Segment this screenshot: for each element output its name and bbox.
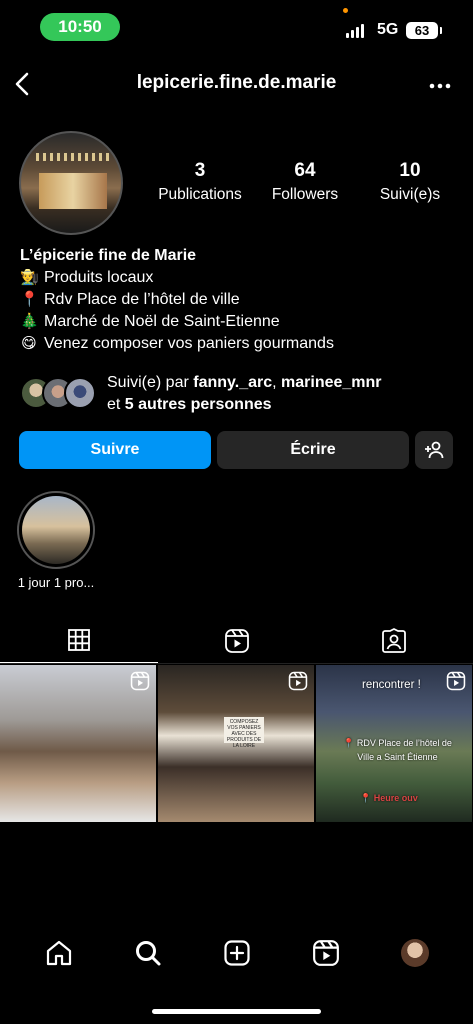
tab-tagged[interactable] — [315, 618, 473, 663]
avatar-stall — [39, 173, 107, 209]
profile-stats: 3 Publications 64 Followers 10 Suivi(e)s — [150, 160, 460, 204]
mutual-separator: , — [272, 374, 277, 391]
reels-icon — [224, 628, 249, 653]
search-icon — [135, 941, 160, 966]
post-caption-middle: 📍 RDV Place de l’hôtel de Ville a Saint … — [343, 738, 452, 762]
own-avatar — [400, 939, 429, 967]
bio-line: 🎄 Marché de Noël de Saint-Etienne — [20, 311, 460, 333]
reel-badge-icon — [130, 671, 150, 691]
plus-square-icon — [223, 940, 250, 966]
mutual-followers-text: Suivi(e) par fanny._arc, marinee_mnr et … — [107, 372, 382, 416]
reel-badge-icon — [446, 671, 466, 691]
mutual-others[interactable]: 5 autres personnes — [125, 396, 272, 413]
profile-display-name: L’épicerie fine de Marie — [20, 247, 197, 264]
post-tile[interactable]: rencontrer ! 📍 RDV Place de l’hôtel de V… — [316, 665, 472, 822]
stat-value: 64 — [294, 160, 316, 181]
mutual-user-2[interactable]: marinee_mnr — [281, 374, 382, 391]
nav-reels-button[interactable] — [306, 933, 346, 973]
tab-posts-grid[interactable] — [0, 618, 158, 663]
stat-value: 3 — [194, 160, 206, 181]
mutual-prefix: Suivi(e) par — [107, 374, 189, 391]
stat-value: 10 — [399, 160, 421, 181]
nav-profile-button[interactable] — [395, 933, 435, 973]
posts-grid: COMPOSEZ VOS PANIERS AVEC DES PRODUITS D… — [0, 665, 473, 822]
highlight-ring — [17, 491, 95, 569]
bio-line-text: Marché de Noël de Saint-Etienne — [44, 313, 280, 330]
stat-following[interactable]: 10 Suivi(e)s — [360, 160, 460, 204]
highlight-label: 1 jour 1 pro... — [17, 575, 95, 590]
more-dots-icon — [429, 83, 451, 89]
battery-icon: 63 — [406, 22, 442, 39]
nav-home-button[interactable] — [39, 933, 79, 973]
profile-avatar[interactable] — [19, 131, 123, 235]
profile-tabs — [0, 618, 473, 664]
reel-badge-icon — [288, 671, 308, 691]
stat-publications: 3 Publications — [150, 160, 250, 204]
mutual-user-1[interactable]: fanny._arc — [193, 374, 272, 391]
follow-button[interactable]: Suivre — [19, 431, 211, 469]
cellular-signal-icon — [346, 24, 364, 38]
stat-followers[interactable]: 64 Followers — [255, 160, 355, 204]
suggest-accounts-button[interactable] — [415, 431, 453, 469]
stat-label: Suivi(e)s — [379, 186, 441, 203]
avatar-lights — [36, 153, 110, 161]
status-bar: 10:50 5G 63 — [0, 0, 473, 52]
nav-create-button[interactable] — [217, 933, 257, 973]
bio-line: 😋 Venez composer vos paniers gourmands — [20, 333, 460, 355]
tab-reels[interactable] — [158, 618, 316, 663]
profile-bio: L’épicerie fine de Marie 👨‍🌾 Produits lo… — [20, 245, 460, 355]
reels-icon — [312, 940, 339, 966]
christmas-tree-emoji-icon: 🎄 — [20, 313, 39, 330]
farmer-emoji-icon: 👨‍🌾 — [20, 269, 39, 286]
profile-username: lepicerie.fine.de.marie — [136, 72, 337, 93]
post-caption-top: rencontrer ! — [362, 679, 421, 691]
bottom-tab-bar — [0, 922, 473, 984]
network-type: 5G — [377, 21, 399, 38]
grid-icon — [67, 629, 90, 651]
stat-label: Followers — [271, 186, 339, 203]
status-time: 10:50 — [40, 13, 120, 41]
mutual-followers[interactable]: Suivi(e) par fanny._arc, marinee_mnr et … — [20, 371, 460, 415]
post-tile[interactable] — [0, 665, 156, 822]
message-button[interactable]: Écrire — [217, 431, 409, 469]
profile-actions: Suivre Écrire — [19, 431, 455, 469]
mutual-avatar — [64, 377, 96, 409]
mutual-and: et — [107, 396, 121, 413]
story-highlight[interactable]: 1 jour 1 pro... — [14, 491, 98, 590]
profile-header: lepicerie.fine.de.marie — [0, 60, 473, 108]
bio-line-text: Venez composer vos paniers gourmands — [44, 335, 334, 352]
post-sign-text: COMPOSEZ VOS PANIERS AVEC DES PRODUITS D… — [224, 717, 264, 749]
yum-emoji-icon: 😋 — [21, 335, 37, 352]
more-options-button[interactable] — [429, 72, 451, 92]
nav-search-button[interactable] — [128, 933, 168, 973]
bio-line: 👨‍🌾 Produits locaux — [20, 267, 460, 289]
battery-level: 63 — [414, 23, 430, 38]
home-icon — [46, 940, 71, 966]
privacy-indicator-dot — [343, 8, 348, 13]
stat-label: Publications — [158, 186, 242, 203]
highlight-cover — [22, 496, 90, 564]
home-indicator — [152, 1009, 321, 1014]
bio-line-text: Produits locaux — [44, 269, 154, 286]
add-person-icon — [425, 441, 444, 459]
pin-emoji-icon: 📍 — [20, 291, 39, 308]
post-caption-bottom: 📍 Heure ouv — [360, 793, 418, 803]
bio-line-text: Rdv Place de l’hôtel de ville — [44, 291, 240, 308]
tagged-person-icon — [382, 627, 407, 653]
bio-line: 📍 Rdv Place de l’hôtel de ville — [20, 289, 460, 311]
post-tile[interactable]: COMPOSEZ VOS PANIERS AVEC DES PRODUITS D… — [158, 665, 314, 822]
